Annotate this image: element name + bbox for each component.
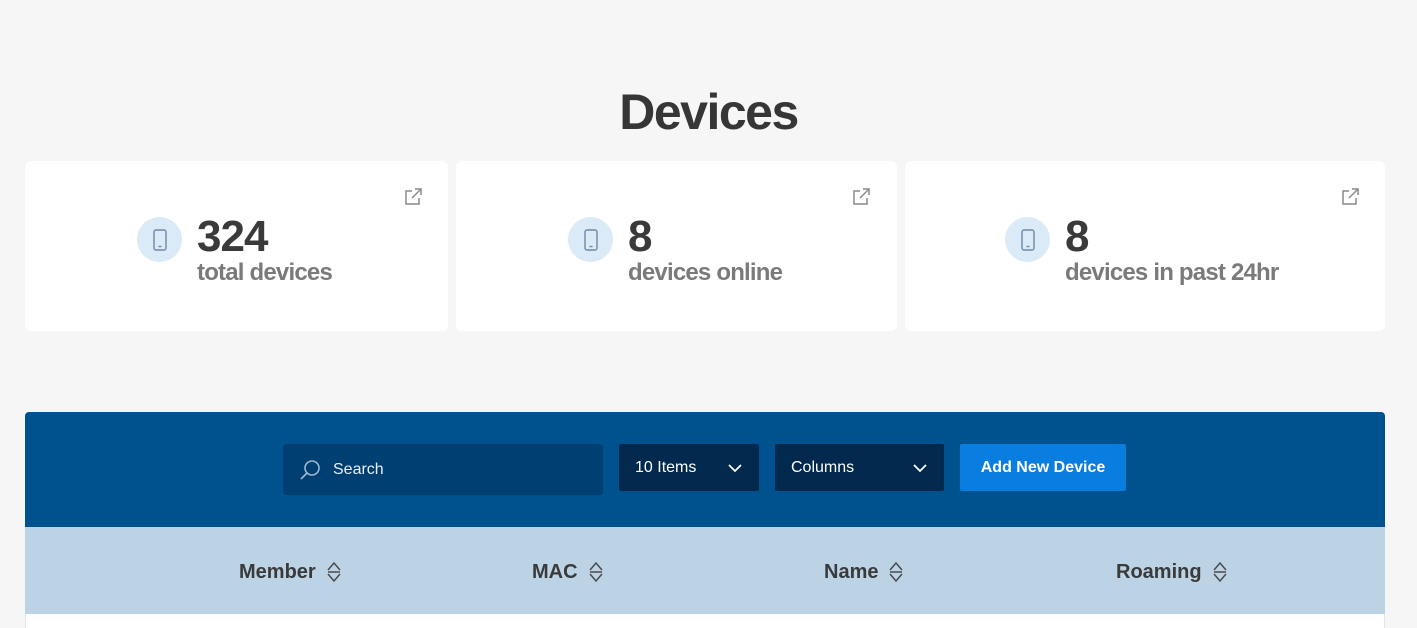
stat-card-devices-past-24hr: 8 devices in past 24hr: [905, 161, 1385, 331]
table-toolbar: 10 Items Columns Add New Device: [25, 412, 1385, 527]
stat-card-total-devices: 324 total devices: [25, 161, 448, 331]
column-header-name[interactable]: Name: [824, 560, 904, 584]
smartphone-icon: [137, 217, 182, 262]
column-header-member[interactable]: Member: [239, 560, 342, 584]
table-body: [25, 614, 1385, 628]
page-title: Devices: [619, 84, 799, 140]
sort-icon[interactable]: [326, 560, 342, 584]
stat-value: 324: [197, 212, 268, 261]
stat-label: devices in past 24hr: [1065, 259, 1279, 286]
column-header-label: Roaming: [1116, 560, 1202, 583]
sort-icon[interactable]: [588, 560, 604, 584]
search-box[interactable]: [283, 444, 603, 495]
external-link-icon[interactable]: [403, 187, 423, 207]
column-header-label: Member: [239, 560, 316, 583]
external-link-icon[interactable]: [851, 187, 871, 207]
columns-select[interactable]: Columns: [775, 444, 944, 491]
add-new-device-button[interactable]: Add New Device: [960, 444, 1126, 491]
columns-select-value: Columns: [791, 458, 855, 476]
table-header: Member MAC Name Roaming: [25, 527, 1385, 614]
stat-label: devices online: [628, 259, 783, 286]
sort-icon[interactable]: [1212, 560, 1228, 584]
stat-label: total devices: [197, 259, 333, 286]
column-header-mac[interactable]: MAC: [532, 560, 604, 584]
column-header-roaming[interactable]: Roaming: [1116, 560, 1228, 584]
search-icon: [299, 459, 321, 481]
stat-value: 8: [628, 212, 653, 261]
chevron-down-icon: [727, 461, 743, 473]
stat-card-devices-online: 8 devices online: [456, 161, 897, 331]
smartphone-icon: [568, 217, 613, 262]
stat-value: 8: [1065, 212, 1090, 261]
search-input[interactable]: [333, 460, 573, 479]
sort-icon[interactable]: [888, 560, 904, 584]
column-header-label: Name: [824, 560, 879, 583]
items-per-page-value: 10 Items: [635, 458, 697, 476]
items-per-page-select[interactable]: 10 Items: [619, 444, 759, 491]
chevron-down-icon: [912, 461, 928, 473]
column-header-label: MAC: [532, 560, 578, 583]
smartphone-icon: [1005, 217, 1050, 262]
external-link-icon[interactable]: [1340, 187, 1360, 207]
